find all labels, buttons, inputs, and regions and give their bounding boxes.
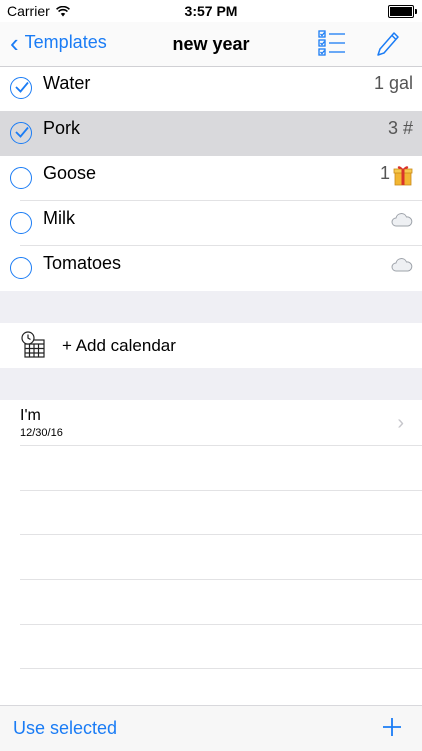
add-calendar-row[interactable]: + Add calendar	[0, 323, 422, 368]
chevron-right-icon: ›	[397, 412, 404, 434]
section-spacer	[0, 291, 422, 323]
gift-icon	[393, 166, 413, 186]
divider	[20, 534, 422, 535]
page-title: new year	[172, 34, 250, 54]
entry-title: I'm	[20, 407, 41, 424]
item-quantity: 1 gal	[373, 73, 413, 93]
pencil-icon[interactable]	[375, 29, 401, 57]
entry-date: 12/30/16	[20, 427, 63, 439]
item-name: Milk	[43, 208, 75, 228]
plus-icon[interactable]	[382, 717, 402, 737]
divider	[20, 668, 422, 669]
section-spacer	[0, 368, 422, 400]
item-quantity: 3 #	[387, 118, 413, 138]
list-item[interactable]: Milk	[0, 201, 422, 246]
item-quantity: 1	[379, 163, 390, 183]
status-bar: Carrier 3:57 PM	[0, 0, 422, 22]
status-time: 3:57 PM	[184, 3, 238, 19]
list-item[interactable]: Water 1 gal	[0, 66, 422, 111]
list-item-selected[interactable]: Pork 3 #	[0, 111, 422, 156]
bottom-toolbar: Use selected	[0, 705, 422, 751]
battery-icon	[388, 5, 417, 18]
checkbox-unchecked[interactable]	[10, 167, 32, 189]
item-name: Goose	[43, 163, 97, 183]
divider	[20, 579, 422, 580]
list-item[interactable]: Tomatoes	[0, 246, 422, 291]
checkbox-unchecked[interactable]	[10, 257, 32, 279]
item-name: Tomatoes	[43, 253, 122, 273]
checkmark-icon	[15, 126, 29, 138]
checklist-icon[interactable]	[318, 30, 346, 56]
checkmark-icon	[15, 81, 29, 93]
calendar-clock-icon	[21, 331, 45, 358]
use-selected-button[interactable]: Use selected	[13, 718, 117, 739]
divider	[20, 624, 422, 625]
add-calendar-label: + Add calendar	[62, 336, 176, 355]
cloud-icon	[391, 213, 413, 227]
checkbox-unchecked[interactable]	[10, 212, 32, 234]
divider	[20, 445, 422, 446]
list-item[interactable]: Goose 1	[0, 156, 422, 201]
calendar-entry-row[interactable]: I'm 12/30/16 ›	[0, 400, 422, 445]
cloud-icon	[391, 258, 413, 272]
item-name: Water	[43, 73, 91, 93]
divider	[20, 490, 422, 491]
navigation-bar: ‹ Templates new year	[0, 22, 422, 67]
item-name: Pork	[43, 118, 81, 138]
